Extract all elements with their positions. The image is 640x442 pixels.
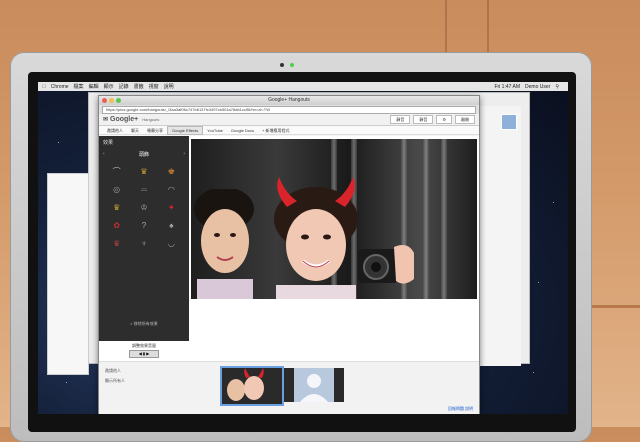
user-name[interactable]: Demo User [525,84,550,90]
hangouts-label: Hangouts [142,117,160,122]
close-window-icon[interactable] [102,98,107,103]
hangout-content: 效果 ‹ 頭飾 › ⌒ ♛ ♚ ◎ ⌓ ◠ ♛ ♔ ✦ ✿ ? ♠ ♛ ♆ ◡ … [99,136,479,414]
background-sidebar [47,173,89,375]
remove-all-effects-link[interactable]: × 移除所有效果 [99,321,189,327]
wall-shelf [585,305,640,308]
window-titlebar: Google+ Hangouts [99,96,479,105]
hangouts-window: Google+ Hangouts https://plus.google.com… [98,95,480,414]
effect-item[interactable]: ◎ [105,182,128,196]
add-app-button[interactable]: + 新增應用程式 [258,127,293,134]
invite-label[interactable]: 邀請他人 [105,368,121,374]
effects-grid: ⌒ ♛ ♚ ◎ ⌓ ◠ ♛ ♔ ✦ ✿ ? ♠ ♛ ♆ ◡ [99,160,189,254]
app-chat[interactable]: 聊天 [127,127,143,134]
desktop-screen:  Chrome 檔案 編輯 顯示 記錄 書籤 視窗 說明 Fri 1:47 A… [38,82,568,414]
chat-bubble-icon: ✉ [103,117,109,123]
avatar[interactable] [501,114,517,130]
effect-item[interactable]: ⌓ [132,182,155,196]
menubar-item[interactable]: 編輯 [89,83,99,90]
menubar-item[interactable]: 說明 [164,83,174,90]
app-youtube[interactable]: YouTube [203,127,227,134]
effect-item[interactable]: ♚ [160,164,183,178]
mute-mic-button[interactable]: 靜音 [390,115,411,124]
next-category-icon[interactable]: › [183,151,185,157]
camera-in-hand [358,245,414,284]
effect-item[interactable]: ♔ [132,200,155,214]
thumbnail-participant[interactable] [284,368,344,402]
google-bar: ✉ Google+ Hangouts 靜音 靜音 ⚙ 離開 [99,114,479,126]
hangout-apps-bar: 邀請他人 聊天 螢幕分享 Google Effects YouTube Goog… [99,125,479,135]
effect-item[interactable]: ♆ [132,236,155,250]
footer-links[interactable]: 回報問題 說明 [448,406,473,412]
address-bar: https://plus.google.com/hangouts/_/3aa3a… [99,105,479,114]
effects-title: 效果 [103,140,114,146]
participant-left [194,189,254,299]
menubar-app-name[interactable]: Chrome [51,84,69,90]
mute-camera-button[interactable]: 靜音 [413,115,434,124]
settings-button[interactable]: ⚙ [436,115,452,124]
effect-item[interactable]: ? [132,218,155,232]
url-field[interactable]: https://plus.google.com/hangouts/_/3aa3a… [102,105,476,114]
participant-right [274,177,358,299]
effect-item[interactable]: ◡ [160,236,183,250]
clock: Fri 1:47 AM [494,83,521,90]
main-video [191,139,477,299]
effects-volume-label: 調整效果音量 [132,343,156,348]
window-title: Google+ Hangouts [268,97,310,103]
effect-item[interactable]: ✿ [105,218,128,232]
app-google-effects[interactable]: Google Effects [167,125,204,135]
prev-category-icon[interactable]: ‹ [103,151,105,157]
google-plus-logo[interactable]: Google+ [110,116,138,123]
apple-menu-icon[interactable]:  [42,84,46,90]
app-invite[interactable]: 邀請他人 [103,127,127,134]
person-silhouette-icon [300,374,328,402]
webcam-led [290,63,294,67]
effect-item[interactable]: ♠ [160,218,183,232]
webcam [280,63,284,67]
effect-item[interactable]: ⌒ [105,164,128,178]
menubar-item[interactable]: 記錄 [119,83,129,90]
participant-strip: 邀請他人 顯示所有人 回報問題 說明 [99,361,479,414]
effects-category-label: 頭飾 [138,152,149,158]
effects-volume-control[interactable]: ◀ ▮ ▶ [129,350,159,358]
menubar-item[interactable]: 顯示 [104,83,114,90]
effect-item[interactable]: ♛ [105,236,128,250]
show-all-label[interactable]: 顯示所有人 [105,378,125,384]
effects-panel: 效果 ‹ 頭飾 › ⌒ ♛ ♚ ◎ ⌓ ◠ ♛ ♔ ✦ ✿ ? ♠ ♛ ♆ ◡ … [99,136,189,341]
effects-volume-glyphs: ◀ ▮ ▶ [138,351,150,356]
default-avatar [294,368,334,402]
zoom-window-icon[interactable] [116,98,121,103]
minimize-window-icon[interactable] [109,98,114,103]
thumbnail-self[interactable] [220,366,284,406]
spotlight-icon[interactable]: ⚲ [555,84,559,90]
app-google-docs[interactable]: Google Docs [227,127,258,134]
effect-item-devil-horns[interactable]: ✦ [160,200,183,214]
effects-category: ‹ 頭飾 › [99,149,189,160]
menubar-item[interactable]: 視窗 [149,83,159,90]
effect-item[interactable]: ♛ [105,200,128,214]
leave-button[interactable]: 離開 [455,115,475,124]
menubar-item[interactable]: 書籤 [134,83,144,90]
effect-item[interactable]: ◠ [160,182,183,196]
mac-menubar:  Chrome 檔案 編輯 顯示 記錄 書籤 視窗 說明 Fri 1:47 A… [38,82,568,91]
thumbnail-self-image [222,368,282,404]
menubar-item[interactable]: 檔案 [74,83,84,90]
app-screenshare[interactable]: 螢幕分享 [143,127,167,134]
laptop:  Chrome 檔案 編輯 顯示 記錄 書籤 視窗 說明 Fri 1:47 A… [10,52,592,442]
effect-item[interactable]: ♛ [132,164,155,178]
